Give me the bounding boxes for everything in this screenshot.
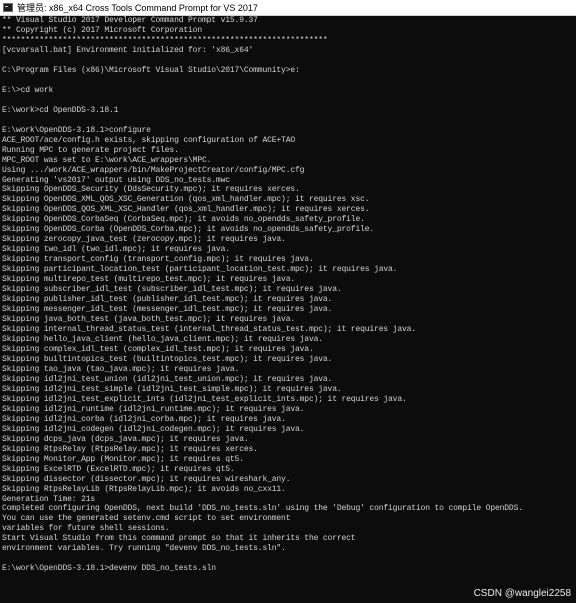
console-line: Skipping idl2jni_corba (idl2jni_corba.mp… — [2, 414, 286, 424]
console-line: Skipping ExcelRTD (ExcelRTD.mpc); it req… — [2, 464, 235, 474]
console-line: Skipping internal_thread_status_test (in… — [2, 325, 416, 335]
title-bar[interactable]: 管理员: x86_x64 Cross Tools Command Prompt … — [0, 0, 576, 16]
console-line: E:\>cd work — [2, 85, 54, 95]
command-prompt-window: 管理员: x86_x64 Cross Tools Command Prompt … — [0, 0, 576, 603]
console-line: Generating 'vs2017' output using DDS_no_… — [2, 175, 230, 185]
console-line: ** Copyright (c) 2017 Microsoft Corporat… — [2, 25, 202, 35]
console-line: Skipping OpenDDS_QOS_XML_XSC_Handler (qo… — [2, 205, 370, 215]
console-line: Skipping zerocopy_java_test (zerocopy.mp… — [2, 235, 286, 245]
console-line: Skipping transport_config (transport_con… — [2, 255, 314, 265]
console-line: Skipping subscriber_idl_test (subscriber… — [2, 285, 342, 295]
console-output[interactable]: ** Visual Studio 2017 Developer Command … — [0, 16, 576, 603]
console-line: [vcvarsall.bat] Environment initialized … — [2, 45, 254, 55]
console-line: variables for future shell sessions. — [2, 524, 170, 534]
console-line: Skipping idl2jni_codegen (idl2jni_codege… — [2, 424, 305, 434]
console-line: Skipping java_both_test (java_both_test.… — [2, 315, 295, 325]
window-title: 管理员: x86_x64 Cross Tools Command Prompt … — [17, 3, 258, 13]
console-line: Running MPC to generate project files. — [2, 145, 179, 155]
console-line: E:\work\OpenDDS-3.18.1>devenv DDS_no_tes… — [2, 564, 216, 574]
console-line: Skipping OpenDDS_Corba (OpenDDS_Corba.mp… — [2, 225, 375, 235]
console-line: Skipping participant_location_test (part… — [2, 265, 398, 275]
console-line: You can use the generated setenv.cmd scr… — [2, 514, 291, 524]
console-line: Generation Time: 21s — [2, 494, 96, 504]
console-line: E:\work\OpenDDS-3.18.1>configure — [2, 125, 151, 135]
console-line: Skipping builtintopics_test (builtintopi… — [2, 354, 333, 364]
console-line: Skipping OpenDDS_XML_QOS_XSC_Generation … — [2, 195, 370, 205]
console-line: Skipping idl2jni_runtime (idl2jni_runtim… — [2, 404, 305, 414]
console-line: Skipping hello_java_client (hello_java_c… — [2, 335, 323, 344]
console-line: Skipping OpenDDS_Security (DdsSecurity.m… — [2, 185, 300, 195]
watermark: CSDN @wanglei2258 — [473, 588, 571, 599]
console-line: Skipping complex_idl_test (complex_idl_t… — [2, 344, 314, 354]
console-app-icon — [3, 3, 13, 12]
console-line: Skipping OpenDDS_CorbaSeq (CorbaSeq.mpc)… — [2, 215, 365, 225]
console-line: Skipping tao_java (tao_java.mpc); it req… — [2, 364, 240, 374]
console-line: Skipping dissector (dissector.mpc); it r… — [2, 474, 291, 484]
console-line: MPC_ROOT was set to E:\work\ACE_wrappers… — [2, 155, 212, 165]
console-line: ** Visual Studio 2017 Developer Command … — [2, 16, 258, 25]
console-line: Skipping two_idl (two_idl.mpc); it requi… — [2, 245, 230, 255]
console-line: ****************************************… — [2, 35, 328, 45]
console-line: ACE_ROOT/ace/config.h exists, skipping c… — [2, 135, 295, 145]
console-line: Start Visual Studio from this command pr… — [2, 534, 356, 544]
console-line: E:\work>cd OpenDDS-3.18.1 — [2, 105, 119, 115]
console-line: Completed configuring OpenDDS, next buil… — [2, 504, 523, 514]
console-line: Using .../work/ACE_wrappers/bin/MakeProj… — [2, 165, 305, 175]
console-line: Skipping idl2jni_test_explicit_ints (idl… — [2, 394, 407, 404]
console-line: Skipping RtpsRelayLib (RtpsRelayLib.mpc)… — [2, 484, 286, 494]
console-line: C:\Program Files (x86)\Microsoft Visual … — [2, 65, 300, 75]
console-line: Skipping dcps_java (dcps_java.mpc); it r… — [2, 434, 249, 444]
console-line: Skipping idl2jni_test_simple (idl2jni_te… — [2, 384, 342, 394]
console-line: Skipping RtpsRelay (RtpsRelay.mpc); it r… — [2, 444, 258, 454]
console-line: Skipping idl2jni_test_union (idl2jni_tes… — [2, 374, 333, 384]
console-line: Skipping messenger_idl_test (messenger_i… — [2, 305, 333, 315]
console-line: Skipping Monitor_App (Monitor.mpc); it r… — [2, 454, 244, 464]
console-line: environment variables. Try running "deve… — [2, 544, 286, 554]
console-line: Skipping multirepo_test (multirepo_test.… — [2, 275, 295, 285]
console-line: Skipping publisher_idl_test (publisher_i… — [2, 295, 333, 305]
